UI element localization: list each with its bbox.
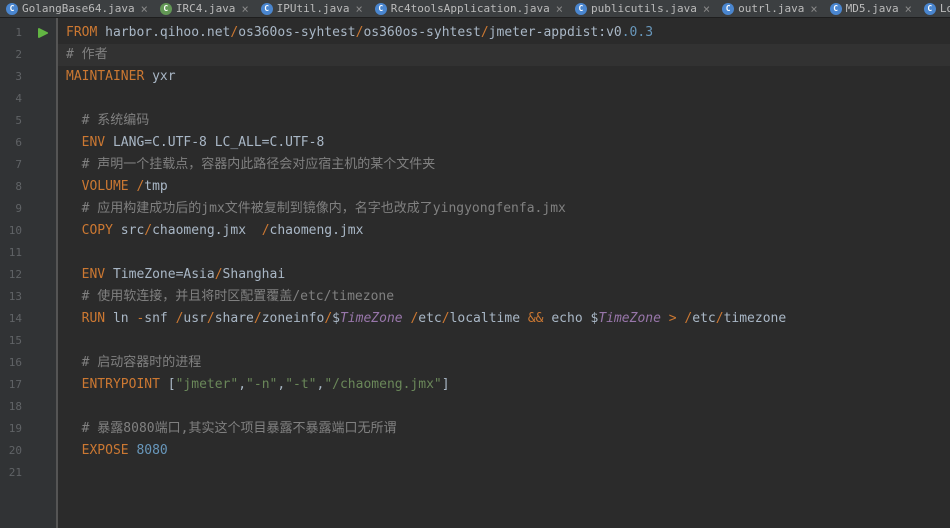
java-icon: C: [261, 3, 273, 15]
line-number: 1: [0, 22, 30, 44]
line-number: 15: [0, 330, 30, 352]
code-line: RUN ln -snf /usr/share/zoneinfo/$TimeZon…: [66, 308, 950, 330]
code-line: [66, 396, 950, 418]
code-line: ENV LANG=C.UTF-8 LC_ALL=C.UTF-8: [66, 132, 950, 154]
code-line: # 使用软连接，并且将时区配置覆盖/etc/timezone: [66, 286, 950, 308]
line-number: 14: [0, 308, 30, 330]
editor: 1 2 3 4 5 6 7 8 9 10 11 12 13 14 15 16 1…: [0, 18, 950, 528]
code-line: # 启动容器时的进程: [66, 352, 950, 374]
tab-log[interactable]: C Log: [918, 0, 950, 17]
gutter-actions: [30, 18, 56, 528]
code-line: MAINTAINER yxr: [66, 66, 950, 88]
java-icon: C: [375, 3, 387, 15]
line-number: 5: [0, 110, 30, 132]
tab-label: publicutils.java: [591, 2, 697, 15]
tab-label: GolangBase64.java: [22, 2, 135, 15]
close-icon[interactable]: ×: [241, 2, 248, 16]
tab-md5[interactable]: C MD5.java ×: [824, 0, 918, 17]
code-line: # 系统编码: [66, 110, 950, 132]
line-number: 4: [0, 88, 30, 110]
run-gutter-icon[interactable]: [30, 22, 56, 44]
code-line: ENV TimeZone=Asia/Shanghai: [66, 264, 950, 286]
line-number: 12: [0, 264, 30, 286]
line-number: 8: [0, 176, 30, 198]
code-line: # 作者: [58, 44, 950, 66]
line-number: 2: [0, 44, 30, 66]
close-icon[interactable]: ×: [810, 2, 817, 16]
tab-publicutils[interactable]: Cpublicutils.java ×: [569, 0, 716, 17]
code-line: [66, 242, 950, 264]
tab-irc4[interactable]: C IRC4.java ×: [154, 0, 255, 17]
line-number: 16: [0, 352, 30, 374]
code-line: # 应用构建成功后的jmx文件被复制到镜像内，名字也改成了yingyongfen…: [66, 198, 950, 220]
tab-bar: C GolangBase64.java × C IRC4.java × C IPUtil.…: [0, 0, 950, 18]
line-number: 3: [0, 66, 30, 88]
tab-label: IRC4.java: [176, 2, 236, 15]
line-number: 20: [0, 440, 30, 462]
tab-rc4tools[interactable]: C Rc4toolsApplication.java ×: [369, 0, 569, 17]
line-number: 6: [0, 132, 30, 154]
line-number: 11: [0, 242, 30, 264]
close-icon[interactable]: ×: [905, 2, 912, 16]
code-line: VOLUME /tmp: [66, 176, 950, 198]
code-line: [66, 88, 950, 110]
code-line: [66, 462, 950, 484]
code-line: # 声明一个挂载点，容器内此路径会对应宿主机的某个文件夹: [66, 154, 950, 176]
tab-label: Log: [940, 2, 950, 15]
tab-label: Rc4toolsApplication.java: [391, 2, 550, 15]
tab-label: MD5.java: [846, 2, 899, 15]
code-line: EXPOSE 8080: [66, 440, 950, 462]
close-icon[interactable]: ×: [556, 2, 563, 16]
line-number: 9: [0, 198, 30, 220]
code-line: ENTRYPOINT ["jmeter","-n","-t","/chaomen…: [66, 374, 950, 396]
gutter: 1 2 3 4 5 6 7 8 9 10 11 12 13 14 15 16 1…: [0, 18, 30, 528]
tab-label: IPUtil.java: [277, 2, 350, 15]
close-icon[interactable]: ×: [703, 2, 710, 16]
java-icon: C: [830, 3, 842, 15]
java-icon: C: [722, 3, 734, 15]
line-number: 13: [0, 286, 30, 308]
code-line: # 暴露8080端口,其实这个项目暴露不暴露端口无所谓: [66, 418, 950, 440]
java-icon: C: [575, 3, 587, 15]
code-line: COPY src/chaomeng.jmx /chaomeng.jmx: [66, 220, 950, 242]
tab-iputil[interactable]: C IPUtil.java ×: [255, 0, 369, 17]
line-number: 19: [0, 418, 30, 440]
line-number: 7: [0, 154, 30, 176]
line-number: 21: [0, 462, 30, 484]
code-line: FROM harbor.qihoo.net/os360os-syhtest/os…: [66, 22, 950, 44]
line-number: 18: [0, 396, 30, 418]
java-icon: C: [924, 3, 936, 15]
java-icon: C: [6, 3, 18, 15]
tab-label: outrl.java: [738, 2, 804, 15]
tab-golangbase64[interactable]: C GolangBase64.java ×: [0, 0, 154, 17]
line-number: 17: [0, 374, 30, 396]
java-icon: C: [160, 3, 172, 15]
code-line: [66, 330, 950, 352]
close-icon[interactable]: ×: [141, 2, 148, 16]
code-area[interactable]: FROM harbor.qihoo.net/os360os-syhtest/os…: [58, 18, 950, 528]
line-number: 10: [0, 220, 30, 242]
close-icon[interactable]: ×: [356, 2, 363, 16]
tab-outrl[interactable]: Coutrl.java ×: [716, 0, 823, 17]
